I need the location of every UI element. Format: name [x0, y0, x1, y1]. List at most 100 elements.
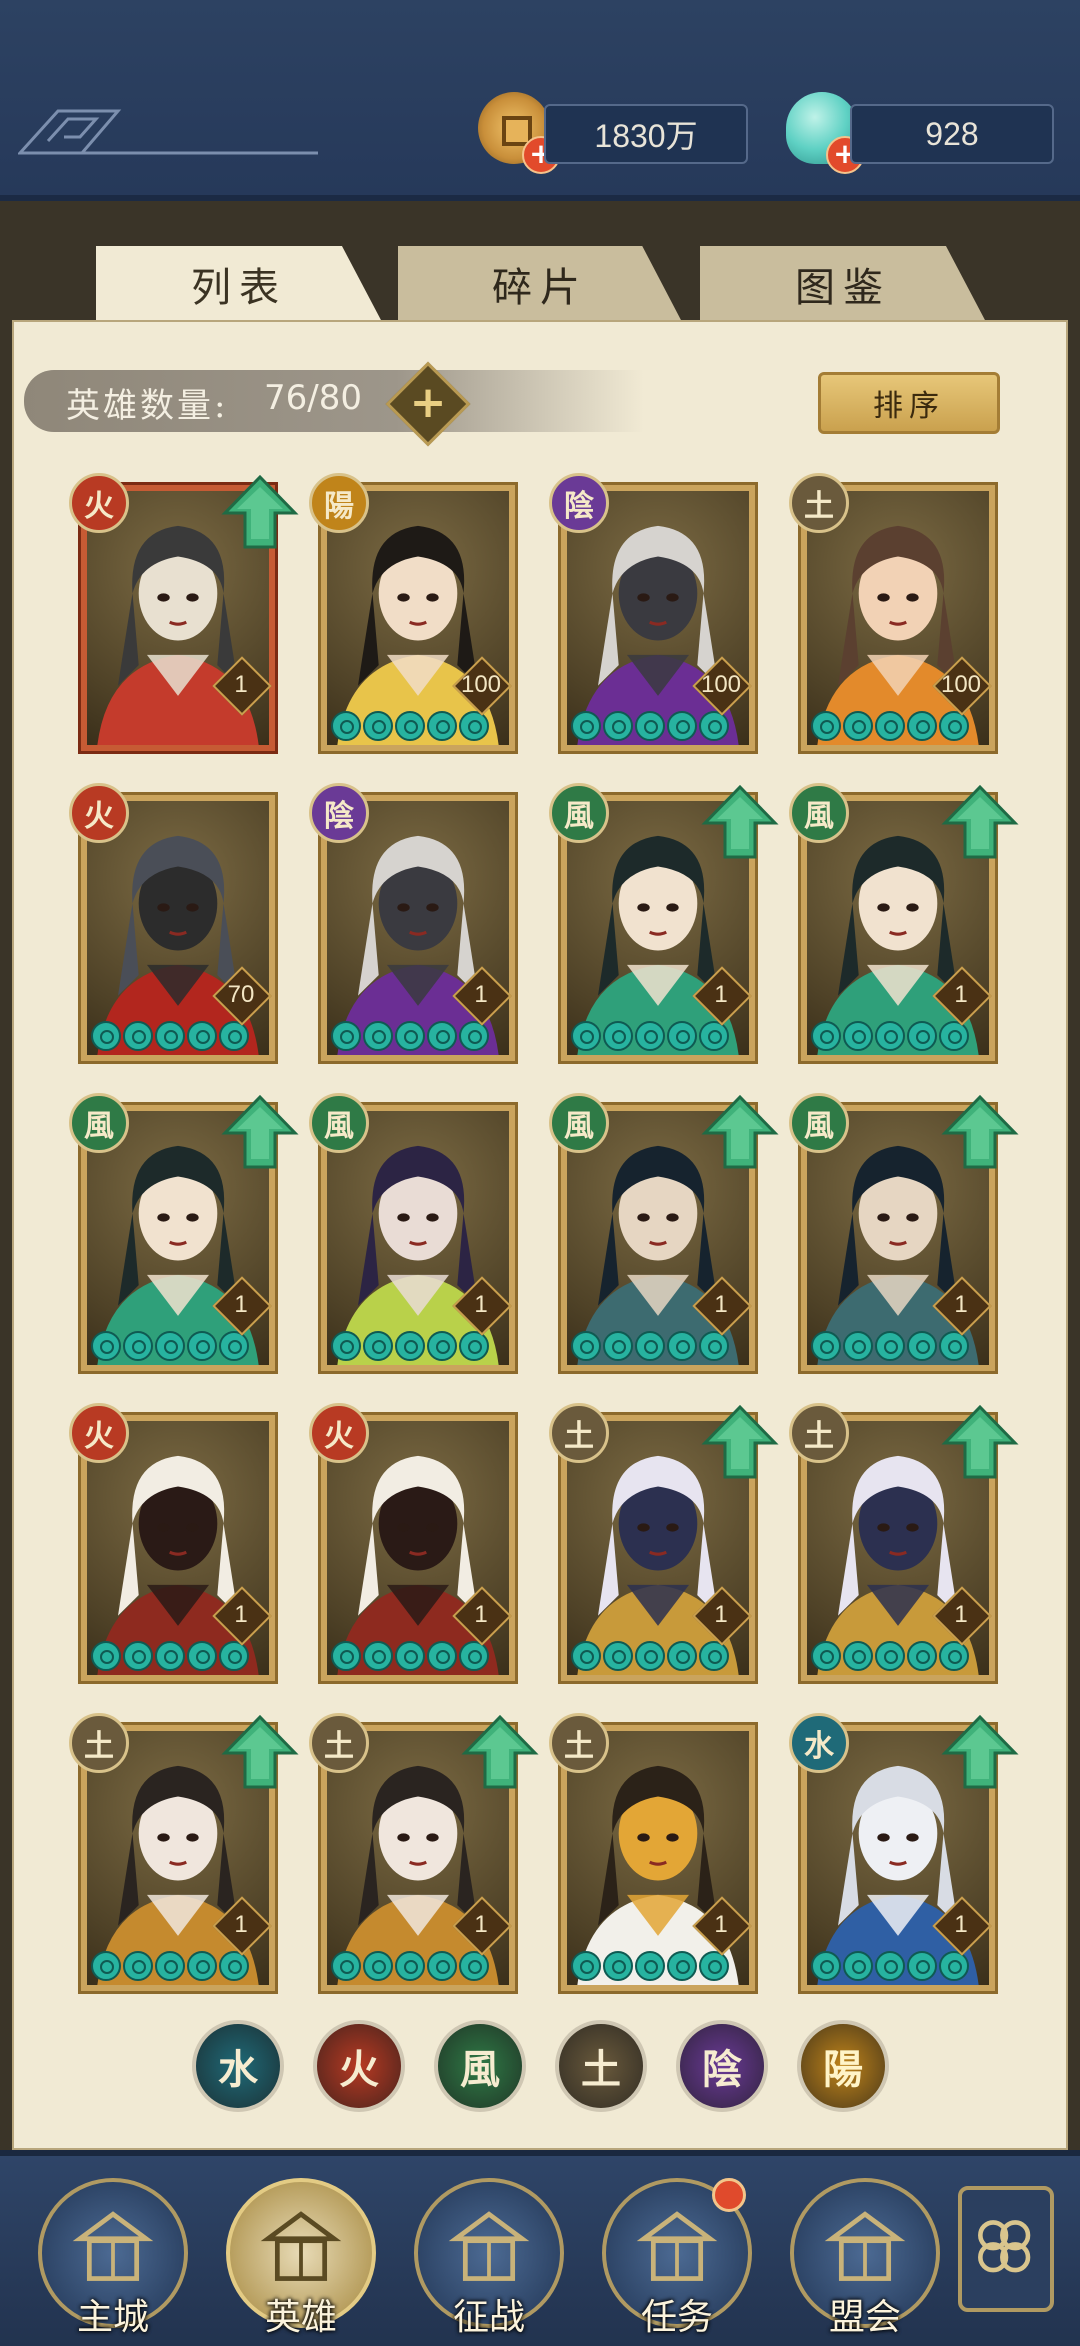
tab-fragments-label: 碎片 [492, 265, 588, 311]
hero-card[interactable]: 1土 [789, 1403, 1019, 1684]
hero-level: 1 [234, 1911, 248, 1938]
hero-level: 70 [227, 981, 255, 1008]
hero-level: 1 [474, 1291, 488, 1318]
jade-star-icon [907, 1021, 937, 1051]
hero-card[interactable]: 100 土 [789, 473, 998, 754]
filter-fire-button[interactable]: 火 [313, 2020, 405, 2112]
hero-element-badge: 土 [309, 1713, 369, 1773]
jade-star-icon [363, 1951, 393, 1981]
tab-fragments[interactable]: 碎片 [398, 246, 682, 322]
hero-card[interactable]: 1土 [549, 1713, 758, 1994]
hero-card[interactable]: 1土 [69, 1713, 299, 1994]
hero-card[interactable]: 1水 [789, 1713, 1019, 1994]
filter-water-button[interactable]: 水 [192, 2020, 284, 2112]
jade-star-icon [811, 1951, 841, 1981]
hero-level-badge: 1 [692, 1896, 752, 1956]
hero-element-badge: 火 [69, 473, 129, 533]
hero-card[interactable]: 1火 [69, 473, 299, 754]
hero-card[interactable]: 1風 [549, 1093, 779, 1374]
jade-star-icon [395, 1331, 425, 1361]
star-rating [571, 1331, 729, 1361]
upgrade-arrow-icon [941, 1094, 1019, 1169]
filter-yang-button[interactable]: 陽 [797, 2020, 889, 2112]
jade-star-icon [331, 1641, 361, 1671]
star-rating [811, 1641, 969, 1671]
hero-card[interactable]: 1土 [549, 1403, 779, 1684]
hero-level: 100 [700, 671, 742, 698]
jade-star-icon [331, 1331, 361, 1361]
hero-card[interactable]: 1火 [309, 1403, 518, 1684]
hero-card[interactable]: 1火 [69, 1403, 278, 1684]
jade-star-icon [91, 1951, 121, 1981]
hero-element-badge: 風 [69, 1093, 129, 1153]
jade-star-icon [635, 1951, 665, 1981]
hero-level: 1 [474, 1911, 488, 1938]
hero-element-badge: 土 [69, 1713, 129, 1773]
jade-star-icon [123, 1641, 153, 1671]
nav-label: 盟会 [828, 2297, 901, 2338]
hero-level: 1 [234, 1601, 248, 1628]
upgrade-arrow-icon [221, 474, 299, 549]
hero-level-badge: 1 [212, 1586, 272, 1646]
coins-value: 1830万 [594, 118, 698, 154]
hero-level: 1 [714, 981, 728, 1008]
more-menu-button[interactable] [958, 2186, 1054, 2312]
jade-star-icon [907, 711, 937, 741]
hero-card[interactable]: 100 陰 [549, 473, 758, 754]
hero-card[interactable]: 1風 [549, 783, 779, 1064]
hero-level-badge: 1 [932, 1586, 992, 1646]
jade-star-icon [843, 1331, 873, 1361]
tab-codex[interactable]: 图鉴 [700, 246, 986, 322]
jade-star-icon [219, 1331, 249, 1361]
jade-star-icon [667, 1021, 697, 1051]
jade-star-icon [363, 1021, 393, 1051]
hero-element-badge: 風 [789, 1093, 849, 1153]
hero-level-badge: 1 [932, 966, 992, 1026]
jade-star-icon [699, 1021, 729, 1051]
hero-card[interactable]: 1土 [309, 1713, 539, 1994]
hero-level-badge: 100 [449, 656, 513, 716]
jade-star-icon [699, 1951, 729, 1981]
hero-level: 1 [474, 981, 488, 1008]
jade-star-icon [91, 1331, 121, 1361]
jade-star-icon [811, 711, 841, 741]
jade-star-icon [459, 1641, 489, 1671]
hero-card[interactable]: 100 陽 [309, 473, 518, 754]
hero-level-badge: 1 [452, 1276, 512, 1336]
hero-card[interactable]: 1風 [789, 783, 1019, 1064]
filter-fire-glyph: 火 [339, 2046, 379, 2093]
jade-star-icon [603, 1331, 633, 1361]
star-rating [811, 1331, 969, 1361]
hero-element-badge: 風 [309, 1093, 369, 1153]
jade-star-icon [603, 1021, 633, 1051]
upgrade-arrow-icon [701, 1404, 779, 1479]
jade-star-icon [459, 1021, 489, 1051]
hero-level: 1 [954, 981, 968, 1008]
tab-list[interactable]: 列表 [96, 246, 382, 322]
sort-button[interactable]: 排序 [818, 372, 1000, 434]
jade-star-icon [395, 1951, 425, 1981]
jade-star-icon [363, 711, 393, 741]
upgrade-arrow-icon [941, 784, 1019, 859]
hero-card[interactable]: 1風 [789, 1093, 1019, 1374]
hero-level: 1 [954, 1601, 968, 1628]
jade-star-icon [635, 1331, 665, 1361]
hero-card[interactable]: 1風 [69, 1093, 299, 1374]
hero-level: 1 [954, 1911, 968, 1938]
star-rating [331, 711, 489, 741]
hero-card[interactable]: 1風 [309, 1093, 518, 1374]
jade-star-icon [427, 1021, 457, 1051]
plus-icon: + [409, 377, 447, 428]
filter-yin-button[interactable]: 陰 [676, 2020, 768, 2112]
jade-star-icon [219, 1641, 249, 1671]
nav-label: 征战 [452, 2297, 525, 2338]
hero-level: 1 [234, 1291, 248, 1318]
hero-count-value: 76/80 [264, 378, 362, 418]
hero-level-badge: 100 [689, 656, 753, 716]
hero-card[interactable]: 70 火 [69, 783, 278, 1064]
jade-star-icon [155, 1641, 185, 1671]
filter-earth-button[interactable]: 土 [555, 2020, 647, 2112]
hero-card[interactable]: 1陰 [309, 783, 518, 1064]
jade-star-icon [427, 1951, 457, 1981]
filter-wind-button[interactable]: 風 [434, 2020, 526, 2112]
